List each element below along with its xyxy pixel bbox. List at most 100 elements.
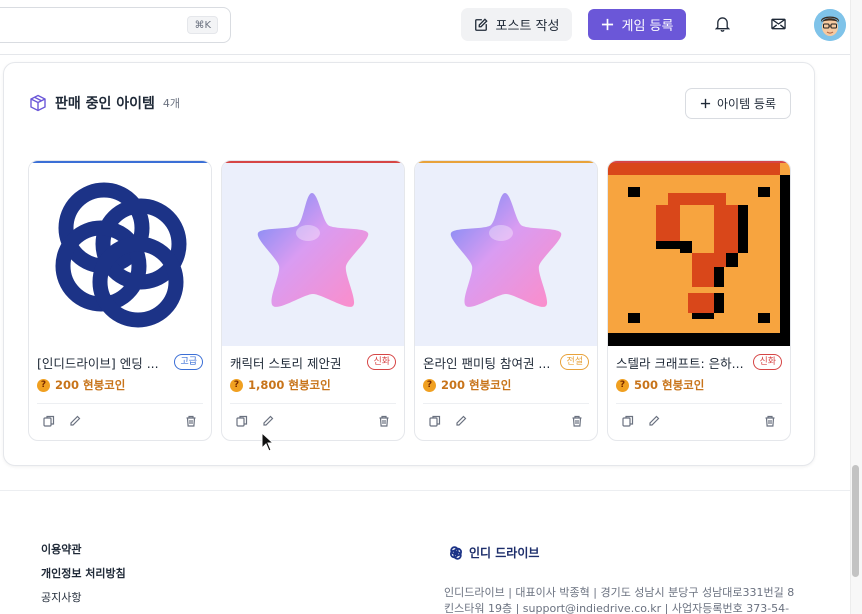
item-name-row: 스텔라 크래프트: 은하... 신화 [616,352,782,372]
plus-icon [700,98,711,109]
grade-badge: 전설 [560,354,589,370]
mail-icon [770,18,786,30]
pixel-question-block-image [608,163,790,346]
copy-icon [236,415,248,427]
item-price: 200 현붕코인 [55,378,126,392]
item-thumbnail[interactable] [222,163,404,346]
item-name-row: 온라인 팬미팅 참여권 ... 전설 [423,352,589,372]
duplicate-button[interactable] [41,413,57,429]
company-info-line-1: 인디드라이브 | 대표이사 박종혁 | 경기도 성남시 분당구 성남대로331번… [444,586,795,599]
item-name: 스텔라 크래프트: 은하... [616,355,744,371]
item-price-row: ? 200 현붕코인 [37,377,125,393]
add-item-button[interactable]: 아이템 등록 [685,88,791,119]
item-thumbnail[interactable] [608,163,790,346]
trash-icon [572,415,582,427]
notice-link[interactable]: 공지사항 [41,589,81,605]
card-actions [41,413,199,429]
item-name: 온라인 팬미팅 참여권 ... [423,355,551,371]
item-price-row: ? 200 현붕코인 [423,377,511,393]
coin-icon: ? [423,378,436,392]
edit-button[interactable] [453,413,469,429]
item-card[interactable]: 캐릭터 스토리 제안권 신화 ? 1,800 현붕코인 [221,160,405,441]
top-header: ⌘K 포스트 작성 게임 등록 [0,0,850,55]
pencil-icon [70,415,81,426]
item-price-row: ? 1,800 현붕코인 [230,377,331,393]
mouse-cursor-icon [261,432,275,452]
star-image [257,193,369,307]
avatar-face-icon [814,9,846,41]
delete-button[interactable] [183,413,199,429]
notifications-button[interactable] [710,12,734,36]
duplicate-button[interactable] [427,413,443,429]
edit-button[interactable] [67,413,83,429]
trash-icon [765,415,775,427]
delete-button[interactable] [569,413,585,429]
delete-button[interactable] [762,413,778,429]
item-name: 캐릭터 스토리 제안권 [230,355,342,371]
add-item-label: 아이템 등록 [716,97,776,111]
duplicate-button[interactable] [620,413,636,429]
trash-icon [186,415,196,427]
grade-badge: 신화 [753,354,782,370]
coin-icon: ? [230,378,243,392]
coin-icon: ? [616,378,629,392]
terms-link[interactable]: 이용약관 [41,541,81,557]
delete-button[interactable] [376,413,392,429]
edit-icon [474,17,488,31]
edit-button[interactable] [646,413,662,429]
privacy-policy-link[interactable]: 개인정보 처리방침 [41,565,126,581]
trash-icon [379,415,389,427]
item-thumbnail[interactable] [29,163,211,346]
item-price: 500 현붕코인 [634,378,705,392]
register-game-button[interactable]: 게임 등록 [588,9,686,40]
card-divider [37,403,203,404]
item-price: 1,800 현붕코인 [248,378,331,392]
item-name-row: 캐릭터 스토리 제안권 신화 [230,352,396,372]
copy-icon [622,415,634,427]
duplicate-button[interactable] [234,413,250,429]
card-actions [620,413,778,429]
footer-brand: 인디 드라이브 [448,544,539,561]
card-divider [616,403,782,404]
item-card[interactable]: 스텔라 크래프트: 은하... 신화 ? 500 현붕코인 [607,160,791,441]
register-game-label: 게임 등록 [621,19,674,34]
search-input[interactable]: ⌘K [0,7,231,43]
grade-badge: 신화 [367,354,396,370]
card-divider [230,403,396,404]
company-info-line-2: 킨스타워 19층 | support@indiedrive.co.kr | 사업… [444,602,790,614]
messages-button[interactable] [766,12,790,36]
item-name-row: [인디드라이브] 엔딩 ... 고급 [37,352,203,372]
write-post-button[interactable]: 포스트 작성 [461,8,572,41]
user-avatar[interactable] [814,9,846,41]
card-actions [234,413,392,429]
coin-icon: ? [37,378,50,392]
search-shortcut-hint: ⌘K [187,16,218,34]
card-divider [423,403,589,404]
pencil-icon [263,415,274,426]
copy-icon [43,415,55,427]
write-post-label: 포스트 작성 [495,19,560,34]
plus-icon [601,18,613,31]
copy-icon [429,415,441,427]
grade-badge: 고급 [174,354,203,370]
site-footer: 이용약관 개인정보 처리방침 공지사항 인디 드라이브 인디드라이브 | 대표이… [0,490,850,614]
box-icon [30,94,46,112]
item-card[interactable]: 온라인 팬미팅 참여권 ... 전설 ? 200 현붕코인 [414,160,598,441]
item-card[interactable]: [인디드라이브] 엔딩 ... 고급 ? 200 현붕코인 [28,160,212,441]
star-image [450,193,562,307]
panel-header: 판매 중인 아이템 4개 [29,93,180,113]
indiedrive-logo-icon [449,545,462,560]
edit-button[interactable] [260,413,276,429]
page-scrollbar-thumb[interactable] [852,465,859,577]
item-thumbnail[interactable] [415,163,597,346]
item-name: [인디드라이브] 엔딩 ... [37,355,159,371]
item-price: 200 현붕코인 [441,378,512,392]
footer-brand-name: 인디 드라이브 [469,546,540,560]
item-count: 4개 [162,97,181,110]
pencil-icon [456,415,467,426]
pencil-icon [649,415,660,426]
card-actions [427,413,585,429]
bell-icon [714,17,730,32]
item-price-row: ? 500 현붕코인 [616,377,704,393]
indiedrive-logo-image [29,163,211,346]
